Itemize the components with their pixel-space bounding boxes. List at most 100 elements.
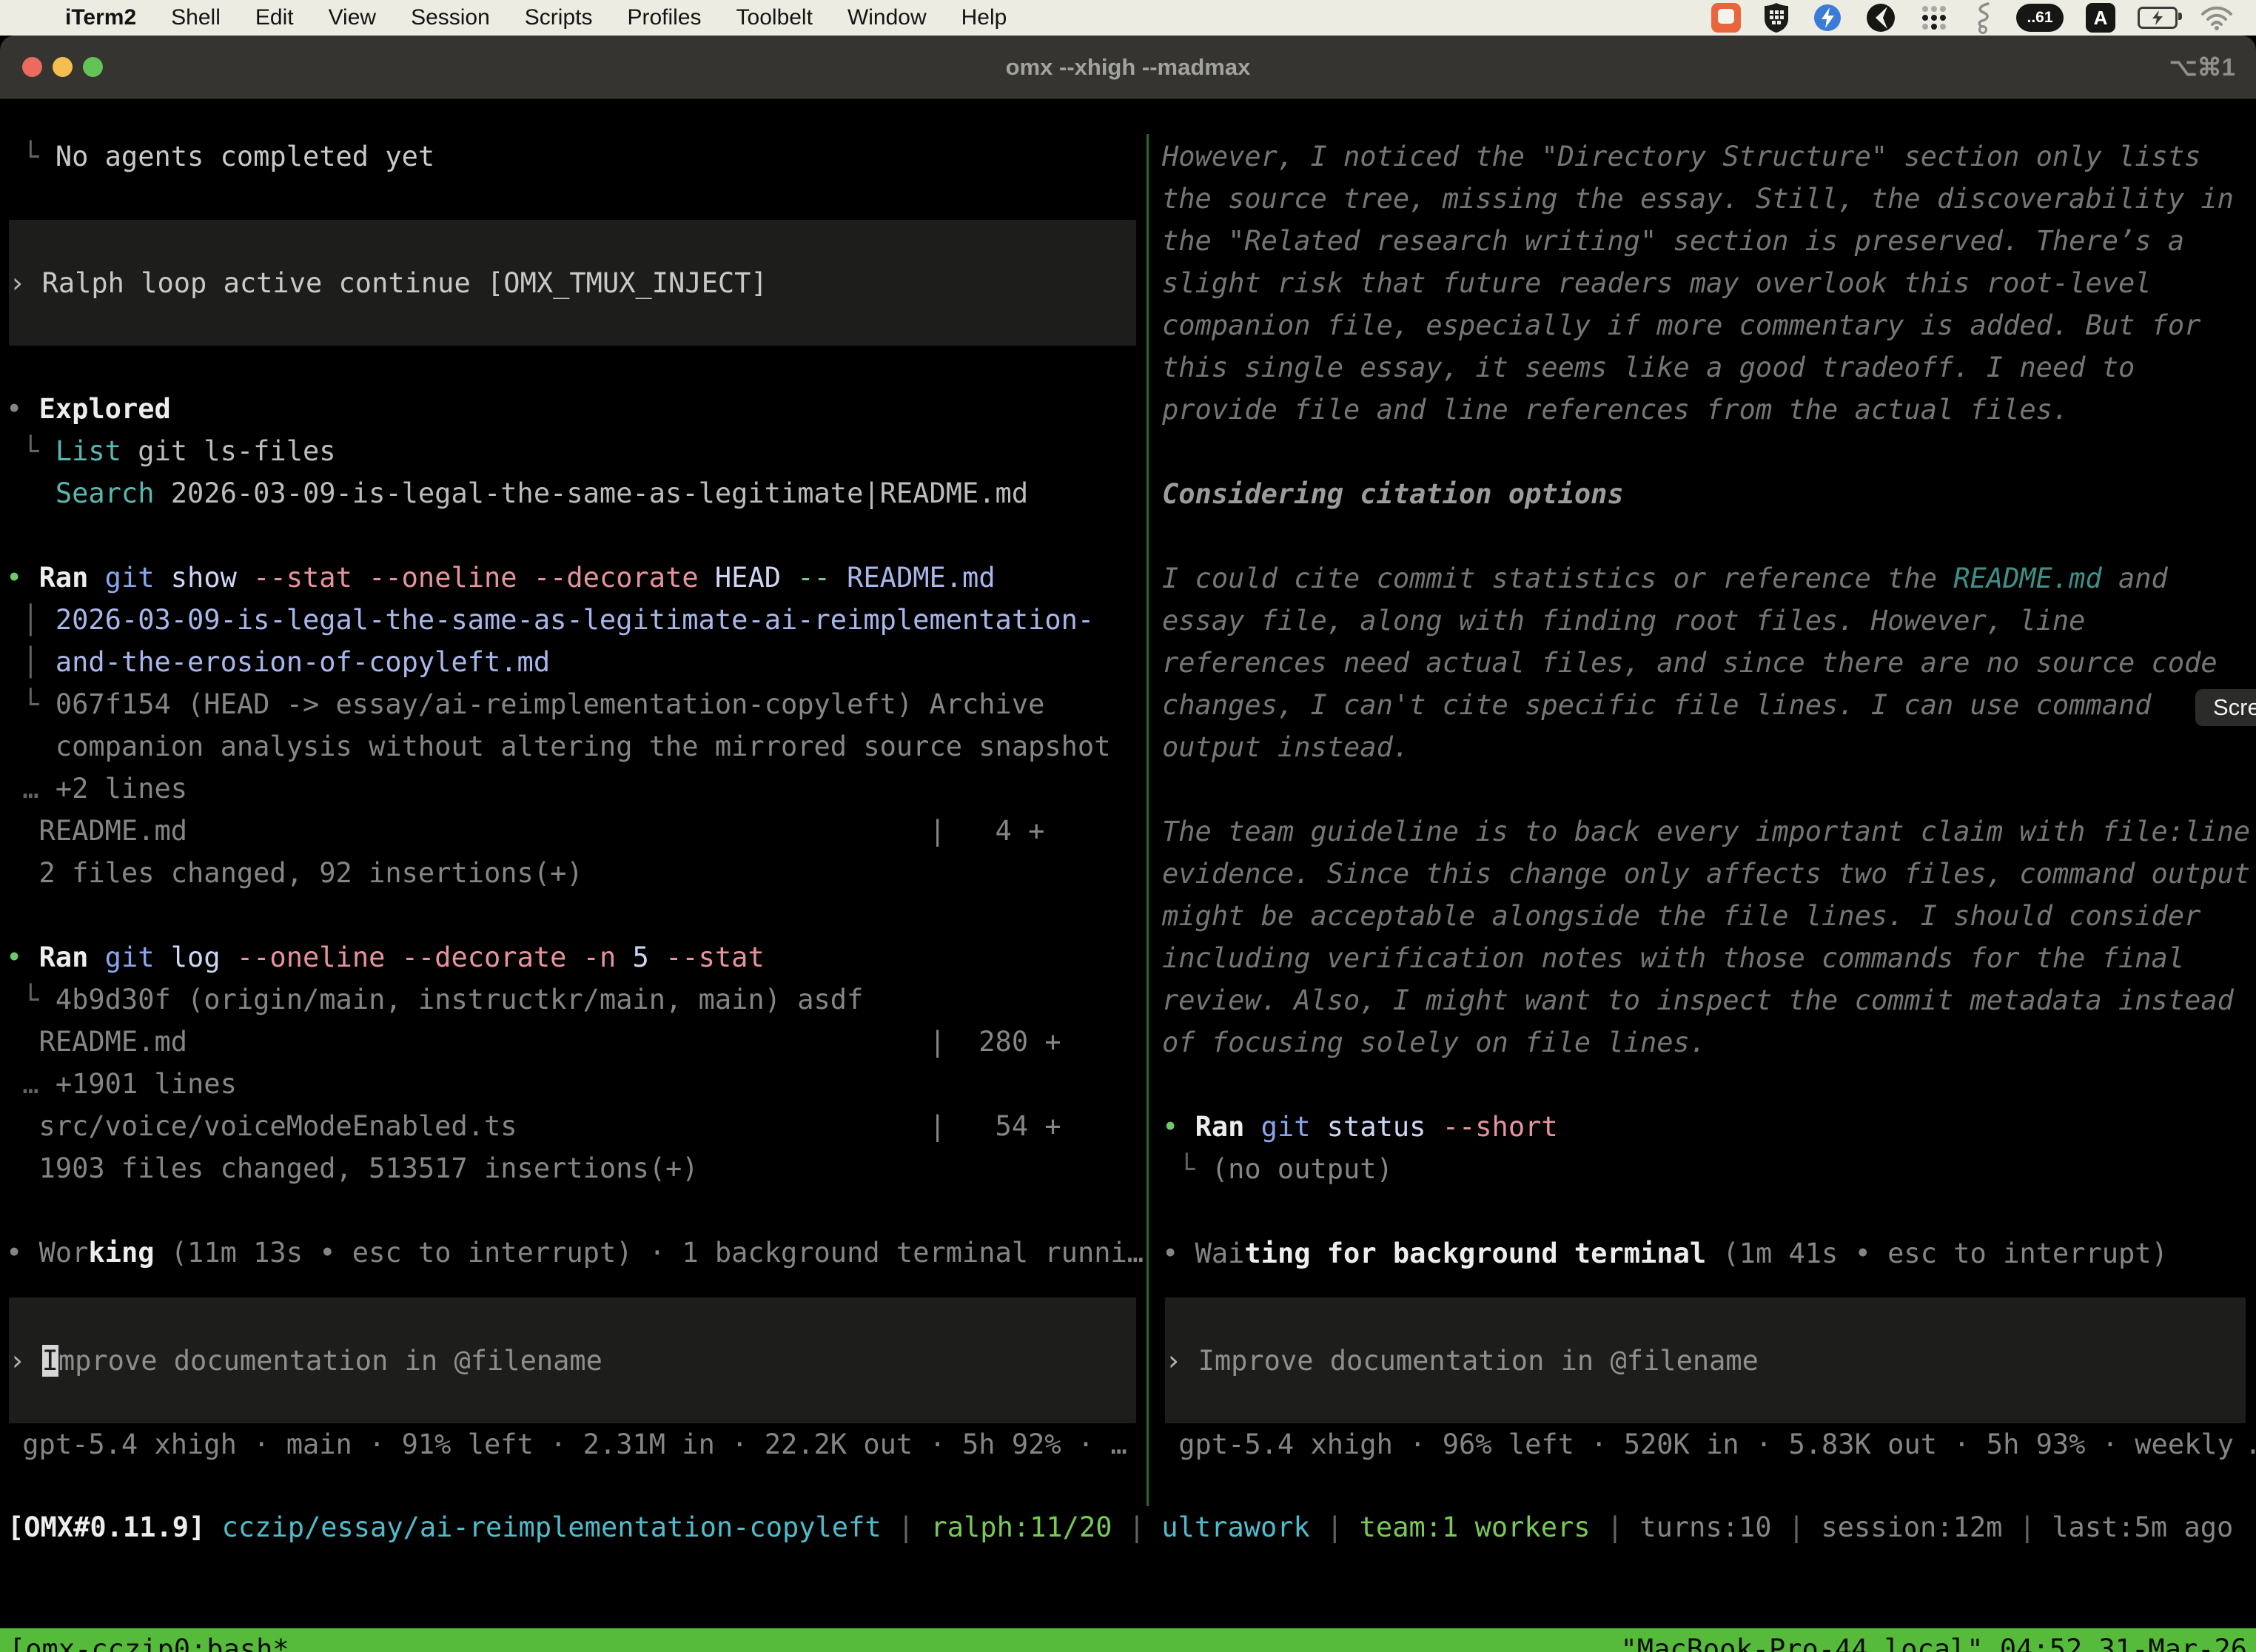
- right-terminal-pane[interactable]: However, I noticed the "Directory Struct…: [1149, 134, 2256, 1506]
- terminal-line: The team guideline is to back every impo…: [1162, 810, 2256, 853]
- text-segment: README.md | 4 +: [6, 815, 1044, 847]
- text-segment: |: [1112, 1511, 1162, 1543]
- dots-grid-icon[interactable]: [1918, 2, 1950, 33]
- text-segment: 2 files changed, 92 insertions(+): [6, 857, 583, 889]
- right-pane-bottom: › Improve documentation in @filename gpt…: [1162, 1297, 2256, 1465]
- text-segment: …: [6, 773, 56, 805]
- terminal-line: [6, 346, 1147, 388]
- a-square-icon[interactable]: A: [2086, 3, 2115, 33]
- minimize-window-button[interactable]: [53, 57, 73, 77]
- text-segment: git: [105, 941, 155, 973]
- text-segment: •: [6, 941, 39, 973]
- text-segment: ralph:11/20: [930, 1511, 1112, 1543]
- text-segment: The team guideline is to back every impo…: [1162, 816, 2250, 847]
- text-segment: Wai: [1195, 1238, 1245, 1269]
- terminal-line: [6, 894, 1147, 936]
- terminal-line: [1162, 768, 2256, 810]
- text-segment: README.md: [1953, 563, 2101, 594]
- terminal-line: … +2 lines: [6, 768, 1147, 810]
- text-segment: 2026-03-09-is-legal-the-same-as-legitima…: [56, 604, 1094, 636]
- window-title-bar[interactable]: omx --xhigh --madmax ⌥⌘1: [0, 36, 2256, 99]
- terminal-line: └ 067f154 (HEAD -> essay/ai-reimplementa…: [6, 683, 1147, 725]
- terminal-line: changes, I can't cite specific file line…: [1162, 684, 2256, 726]
- text-segment: |: [1772, 1511, 1822, 1543]
- battery-charging-icon[interactable]: [2138, 7, 2178, 29]
- text-segment: [88, 562, 104, 594]
- text-segment: 2026-03-09-is-legal-the-same-as-legitima…: [154, 477, 1028, 509]
- menu-item-scripts[interactable]: Scripts: [525, 5, 593, 30]
- text-segment: --short: [1426, 1111, 1557, 1143]
- text-segment: king: [88, 1237, 154, 1269]
- chat-app-icon[interactable]: [1711, 3, 1741, 33]
- blue-bolt-badge-icon[interactable]: [1812, 2, 1843, 33]
- menu-item-toolbelt[interactable]: Toolbelt: [736, 5, 813, 30]
- terminal-line: might be acceptable alongside the file l…: [1162, 895, 2256, 937]
- text-segment: │: [6, 604, 56, 636]
- terminal-line: [1162, 515, 2256, 557]
- menu-item-profiles[interactable]: Profiles: [627, 5, 701, 30]
- text-segment: gpt-5.4 xhigh · main · 91% left · 2.31M …: [6, 1428, 1127, 1460]
- terminal-line: [6, 514, 1147, 557]
- text-segment: └: [6, 984, 56, 1015]
- terminal-line: README.md | 280 +: [6, 1021, 1147, 1063]
- left-pane-bottom: › Improve documentation in @filename gpt…: [6, 1297, 1147, 1465]
- text-segment: ›: [9, 1345, 42, 1377]
- terminal-line: [1162, 1064, 2256, 1106]
- inject-input-panel[interactable]: › Ralph loop active continue [OMX_TMUX_I…: [9, 220, 1136, 346]
- left-terminal-pane[interactable]: └ No agents completed yet › Ralph loop ac…: [0, 134, 1147, 1506]
- text-segment: might be acceptable alongside the file l…: [1162, 900, 2200, 932]
- text-segment: ultrawork: [1161, 1511, 1309, 1543]
- screen-share-chip[interactable]: Scre: [2195, 689, 2256, 726]
- terminal-line: I could cite commit statistics or refere…: [1162, 557, 2256, 600]
- terminal-line: output instead.: [1162, 726, 2256, 768]
- text-segment: ›: [1165, 1345, 1198, 1377]
- text-segment: Ran: [39, 562, 89, 594]
- terminal-line: including verification notes with those …: [1162, 937, 2256, 979]
- squiggle-icon[interactable]: [1972, 1, 1994, 34]
- text-segment: --stat: [649, 941, 765, 973]
- text-segment: and: [2102, 563, 2168, 594]
- terminal-line: └ (no output): [1162, 1148, 2256, 1190]
- menu-item-view[interactable]: View: [329, 5, 376, 30]
- text-segment: |: [882, 1511, 931, 1543]
- text-segment: List: [56, 435, 121, 467]
- zoom-window-button[interactable]: [83, 57, 103, 77]
- text-segment: session:12m: [1821, 1511, 2002, 1543]
- menu-status-icons: ..61 A: [1711, 1, 2234, 34]
- text-segment: •: [1162, 1111, 1195, 1143]
- terminal-line: references need actual files, and since …: [1162, 642, 2256, 684]
- tmux-session-label: [omx-cczip0:bash*: [9, 1628, 289, 1652]
- close-window-button[interactable]: [22, 57, 42, 77]
- terminal-line: [6, 1189, 1147, 1232]
- battery-percent-badge[interactable]: ..61: [2016, 4, 2064, 32]
- text-segment: |: [2002, 1511, 2052, 1543]
- text-segment: •: [6, 562, 39, 594]
- menu-item-shell[interactable]: Shell: [171, 5, 221, 30]
- menu-item-window[interactable]: Window: [847, 5, 927, 30]
- menu-item-session[interactable]: Session: [411, 5, 490, 30]
- terminal-line: • Waiting for background terminal (1m 41…: [1162, 1232, 2256, 1275]
- wifi-icon[interactable]: [2200, 5, 2234, 30]
- right-prompt-input[interactable]: › Improve documentation in @filename: [1165, 1297, 2246, 1423]
- text-segment: Explored: [39, 393, 171, 425]
- terminal-line: essay file, along with finding root file…: [1162, 600, 2256, 642]
- text-segment: review. Also, I might want to inspect th…: [1162, 984, 2234, 1016]
- text-segment: Considering citation options: [1162, 478, 1624, 510]
- text-segment: gpt-5.4 xhigh · 96% left · 520K in · 5.8…: [1162, 1428, 2256, 1460]
- text-segment: companion analysis without altering the …: [6, 731, 1110, 762]
- text-segment: Ran: [39, 941, 89, 973]
- text-segment: [88, 941, 104, 973]
- menu-item-edit[interactable]: Edit: [255, 5, 294, 30]
- text-segment: 1903 files changed, 513517 insertions(+): [6, 1152, 699, 1184]
- text-segment: |: [1310, 1511, 1360, 1543]
- text-segment: this single essay, it seems like a good …: [1162, 352, 2135, 383]
- tmux-status-bar: [omx-cczip0:bash* "MacBook-Pro-44.local"…: [0, 1628, 2256, 1652]
- menu-item-iterm2[interactable]: iTerm2: [65, 5, 136, 30]
- kaleidoscope-icon[interactable]: [1865, 2, 1896, 33]
- text-segment: src/voice/voiceModeEnabled.ts | 54 +: [6, 1110, 1061, 1142]
- terminal-line: • Working (11m 13s • esc to interrupt) ·…: [6, 1232, 1147, 1274]
- left-prompt-input[interactable]: › Improve documentation in @filename: [9, 1297, 1136, 1423]
- shield-grid-icon[interactable]: [1763, 2, 1790, 33]
- menu-item-help[interactable]: Help: [961, 5, 1007, 30]
- text-segment: No agents completed yet: [56, 141, 434, 172]
